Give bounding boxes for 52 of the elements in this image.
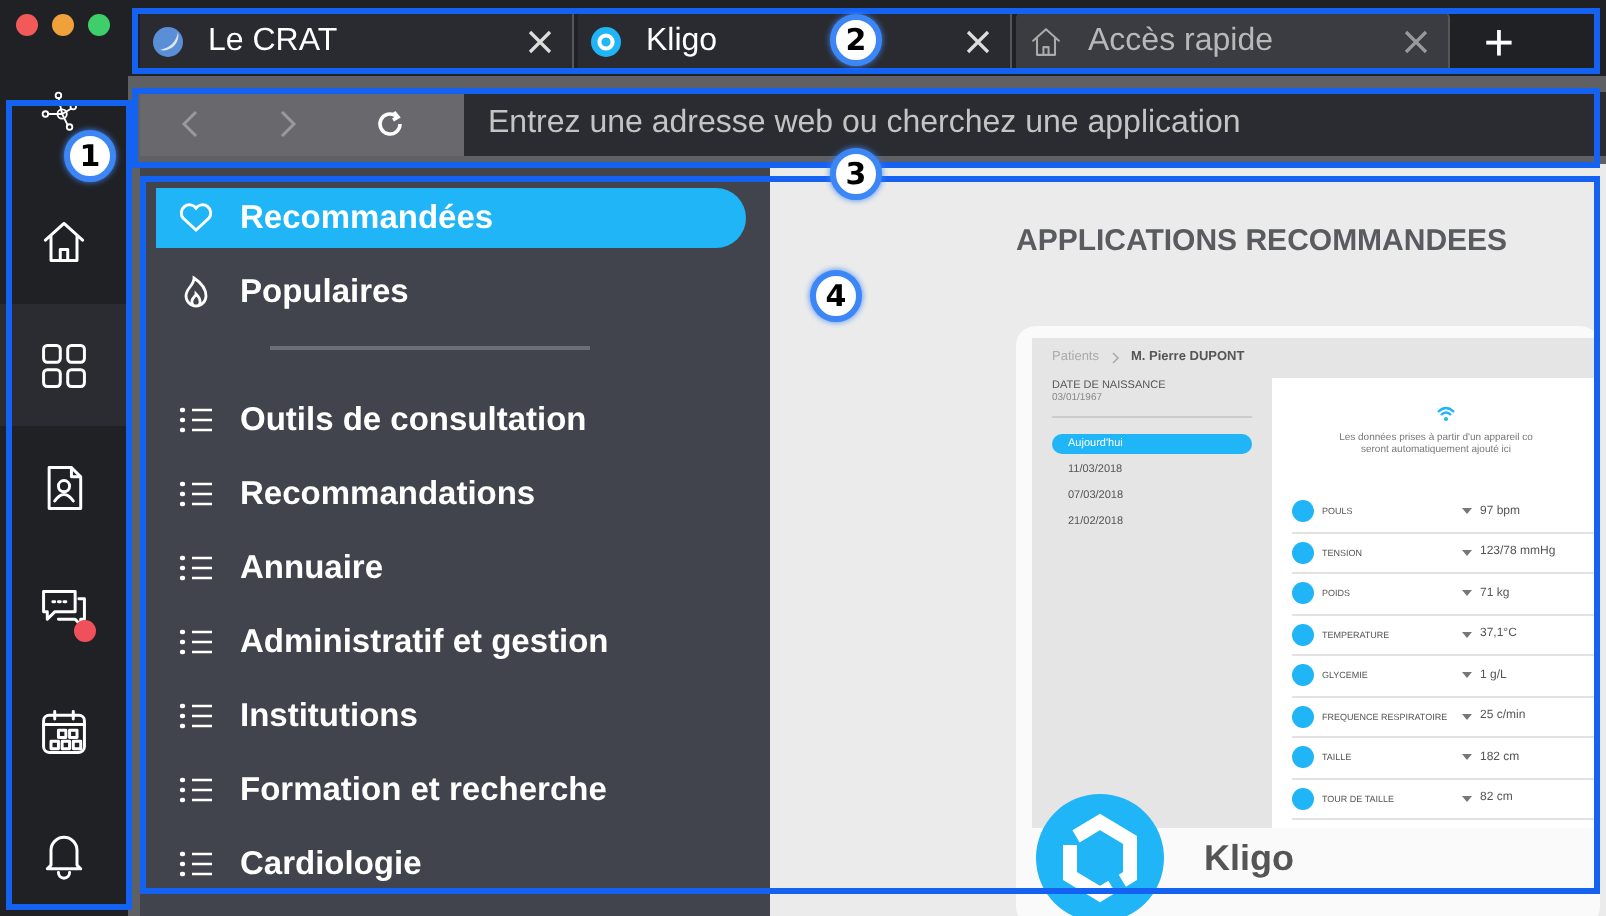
category-item[interactable]: Cardiologie — [156, 834, 746, 894]
app-name: Kligo — [1204, 838, 1294, 880]
category-item[interactable]: Annuaire — [156, 538, 746, 598]
globe-favicon-icon — [152, 26, 184, 58]
chevron-icon — [1111, 351, 1119, 363]
close-window-button[interactable] — [16, 14, 38, 36]
measure-icon — [1292, 623, 1314, 646]
list-icon — [178, 848, 214, 880]
category-item[interactable]: Outils de consultation — [156, 390, 746, 450]
measure-icon — [1292, 705, 1314, 728]
category-item[interactable]: Recommandations — [156, 464, 746, 524]
list-icon — [178, 478, 214, 510]
heart-icon — [178, 202, 214, 234]
marker-icon — [1462, 629, 1472, 640]
measure-icon — [1292, 787, 1314, 810]
measure-icon — [1292, 541, 1314, 564]
grid-icon — [38, 339, 90, 392]
list-icon — [178, 774, 214, 806]
measure-icon — [1292, 500, 1314, 523]
app-logo-icon — [1036, 794, 1164, 916]
marker-icon — [1462, 711, 1472, 722]
category-item[interactable]: Institutions — [156, 686, 746, 746]
app-card[interactable] — [1016, 326, 1600, 916]
measure-icon — [1292, 664, 1314, 687]
list-icon — [178, 700, 214, 732]
marker-icon — [1462, 588, 1472, 599]
address-field[interactable]: Entrez une adresse web ou cherchez une application — [464, 92, 1606, 156]
minimize-window-button[interactable] — [52, 14, 74, 36]
category-item[interactable]: Formation et recherche — [156, 760, 746, 820]
list-icon — [178, 626, 214, 658]
home-icon — [1028, 24, 1064, 60]
measure-icon — [1292, 582, 1314, 605]
maximize-window-button[interactable] — [88, 14, 110, 36]
marker-icon — [1462, 752, 1472, 763]
marker-icon — [1462, 793, 1472, 804]
sidebar-item[interactable] — [0, 304, 128, 427]
reload-icon[interactable] — [376, 110, 405, 138]
wifi-icon — [1436, 406, 1456, 422]
measure-icon — [1292, 746, 1314, 769]
marker-icon — [1462, 506, 1472, 517]
marker-icon — [1462, 547, 1472, 558]
list-icon — [178, 404, 214, 436]
category-item[interactable]: Populaires — [156, 262, 746, 322]
new-tab-button[interactable]: + — [1454, 12, 1544, 72]
browser-tab[interactable]: Le CRAT — [140, 12, 574, 72]
marker-icon — [1462, 670, 1472, 681]
ring-favicon-icon — [590, 26, 622, 58]
calendar-icon — [38, 706, 90, 759]
section-title: APPLICATIONS RECOMMANDEES — [1016, 224, 1510, 258]
browser-tab[interactable]: Accès rapide — [1016, 12, 1450, 72]
category-item[interactable]: Administratif et gestion — [156, 612, 746, 672]
list-icon — [178, 552, 214, 584]
